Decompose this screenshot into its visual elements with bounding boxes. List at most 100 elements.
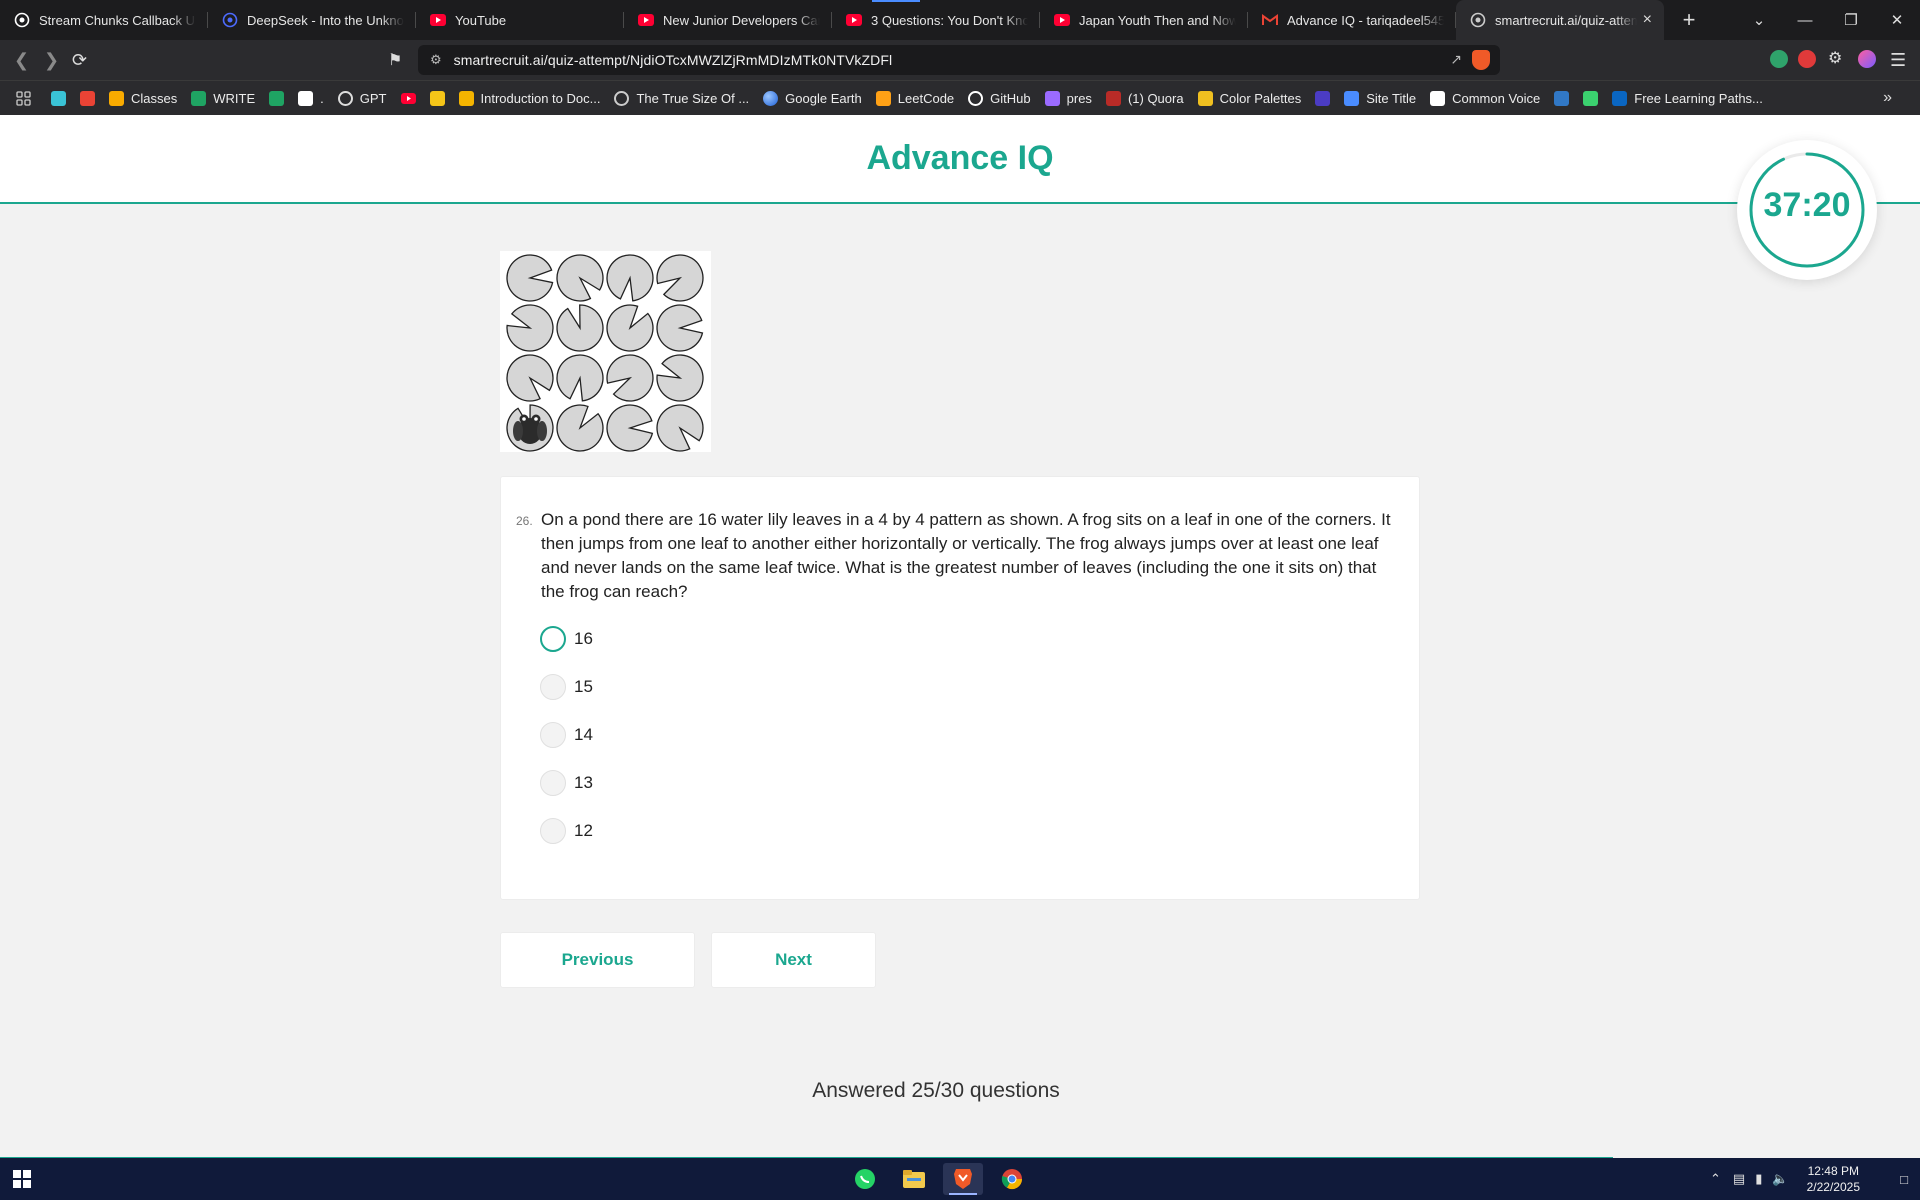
url-text[interactable]: smartrecruit.ai/quiz-attempt/NjdiOTcxMWZ… — [454, 52, 893, 68]
volume-muted-icon[interactable]: 🔈 — [1772, 1171, 1788, 1187]
bookmarks-overflow-icon[interactable]: » — [1883, 89, 1892, 107]
window-controls: ⌄ — ❐ ✕ — [1736, 0, 1920, 40]
bookmark-item[interactable]: Introduction to Doc... — [458, 90, 600, 106]
lily-pad — [606, 354, 654, 402]
bookmark-item[interactable]: Color Palettes — [1197, 90, 1301, 106]
github-icon — [14, 12, 30, 28]
bookmark-item[interactable]: GitHub — [968, 90, 1031, 106]
question-card: 26. On a pond there are 16 water lily le… — [500, 476, 1420, 900]
bookmark-page-icon[interactable]: ⚑ — [388, 50, 402, 70]
option-label: 15 — [574, 677, 593, 696]
grammarly-icon[interactable] — [1770, 50, 1788, 68]
bookmark-item[interactable]: . — [298, 90, 324, 106]
close-window-button[interactable]: ✕ — [1874, 11, 1920, 29]
extensions-puzzle-icon[interactable]: ⚙ — [1828, 48, 1846, 67]
lily-pad — [506, 354, 554, 402]
answer-option[interactable]: 15 — [540, 672, 593, 702]
browser-tab[interactable]: New Junior Developers Can't Actually Cod… — [624, 0, 832, 40]
share-icon[interactable]: ↗ — [1450, 51, 1462, 68]
bookmark-item[interactable]: LeetCode — [875, 90, 954, 106]
bookmark-item[interactable]: Google Earth — [763, 90, 862, 106]
browser-tab[interactable]: 3 Questions: You Don't Know JS — [832, 0, 1040, 40]
radio-button[interactable] — [540, 674, 566, 700]
forward-button[interactable]: ❯ — [44, 50, 59, 71]
bookmark-item[interactable] — [269, 90, 285, 106]
browser-tab[interactable]: Japan Youth Then and Now#japan — [1040, 0, 1248, 40]
brave-icon[interactable] — [943, 1163, 983, 1195]
radio-button[interactable] — [540, 722, 566, 748]
answer-option[interactable]: 12 — [540, 816, 593, 846]
tab-search-icon[interactable]: ⌄ — [1736, 11, 1782, 29]
file-explorer-icon[interactable] — [894, 1163, 934, 1195]
bookmark-item[interactable]: The True Size Of ... — [614, 90, 749, 106]
browser-tab[interactable]: smartrecruit.ai/quiz-attempt × — [1456, 0, 1664, 40]
battery-icon[interactable]: ▮ — [1755, 1171, 1762, 1187]
option-label: 12 — [574, 821, 593, 840]
bookmark-item[interactable]: GPT — [337, 90, 387, 106]
menu-icon[interactable]: ☰ — [1890, 50, 1906, 71]
brave-shields-icon[interactable] — [1472, 50, 1490, 70]
page-title: Advance IQ — [866, 139, 1054, 177]
bookmark-item[interactable] — [429, 90, 445, 106]
tray-overflow-icon[interactable]: ⌃ — [1710, 1171, 1721, 1187]
bookmark-item[interactable]: pres — [1044, 90, 1092, 106]
bookmark-item[interactable]: (1) Quora — [1105, 90, 1184, 106]
bookmark-item[interactable] — [400, 91, 416, 106]
previous-button[interactable]: Previous — [500, 932, 695, 988]
site-settings-icon[interactable]: ⚙ — [430, 52, 442, 68]
url-box[interactable]: ⚙ smartrecruit.ai/quiz-attempt/NjdiOTcxM… — [418, 45, 1500, 75]
radio-button[interactable] — [540, 818, 566, 844]
browser-tab[interactable]: Stream Chunks Callback Update — [0, 0, 208, 40]
drive-icon — [191, 90, 207, 106]
browser-tab[interactable]: DeepSeek - Into the Unknown — [208, 0, 416, 40]
bookmark-item[interactable] — [80, 90, 95, 106]
radio-button[interactable] — [540, 770, 566, 796]
notifications-icon[interactable]: □ — [1900, 1158, 1908, 1200]
whatsapp-icon[interactable] — [845, 1163, 885, 1195]
restore-button[interactable]: ❐ — [1828, 11, 1874, 29]
lily-pad — [506, 254, 554, 302]
next-button[interactable]: Next — [711, 932, 876, 988]
bookmark-label: Site Title — [1366, 90, 1417, 106]
lily-pad — [656, 404, 704, 452]
bookmark-item[interactable] — [1554, 90, 1570, 106]
answer-option[interactable]: 16 — [540, 624, 593, 654]
windows-start-icon[interactable] — [2, 1163, 42, 1195]
lily-pad — [656, 254, 704, 302]
bookmark-list: Classes WRITE. GPT Introduction to Doc... Th… — [16, 90, 1777, 106]
bookmark-item[interactable]: Free Learning Paths... — [1612, 90, 1763, 106]
chrome-icon[interactable] — [992, 1163, 1032, 1195]
network-icon[interactable]: ▤ — [1733, 1171, 1745, 1187]
back-button[interactable]: ❮ — [14, 50, 29, 71]
bookmark-label: WRITE — [213, 90, 256, 106]
radio-button[interactable] — [540, 626, 566, 652]
gmail-icon — [1262, 12, 1278, 28]
bookmark-item[interactable] — [1315, 90, 1331, 106]
browser-tab[interactable]: Advance IQ - tariqadeel545@gmail.com — [1248, 0, 1456, 40]
taskbar-clock[interactable]: 12:48 PM 2/22/2025 — [1807, 1163, 1860, 1195]
answer-option[interactable]: 14 — [540, 720, 593, 750]
close-tab-icon[interactable]: × — [1643, 11, 1652, 29]
new-tab-button[interactable]: + — [1676, 7, 1702, 33]
tab-title: YouTube — [455, 12, 507, 28]
bookmark-item[interactable] — [51, 90, 66, 106]
emoji-icon — [429, 90, 445, 106]
youtube-icon — [400, 91, 416, 106]
answer-option[interactable]: 13 — [540, 768, 593, 798]
bookmark-item[interactable]: Classes — [109, 90, 177, 106]
bookmark-item[interactable] — [1583, 90, 1599, 106]
profile-avatar-icon[interactable] — [1858, 50, 1876, 68]
bookmark-item[interactable]: Common Voice — [1430, 90, 1540, 106]
bookmark-item[interactable]: Site Title — [1344, 90, 1417, 106]
reload-button[interactable]: ⟳ — [72, 50, 87, 71]
bookmark-item[interactable] — [16, 90, 31, 106]
lily-pad — [556, 254, 604, 302]
lily-pad — [606, 304, 654, 352]
clock-date: 2/22/2025 — [1806, 1180, 1860, 1194]
fn-icon — [269, 90, 285, 106]
minimize-button[interactable]: — — [1782, 12, 1828, 29]
lily-pad — [606, 404, 654, 452]
extension-pokeball-icon[interactable] — [1798, 50, 1816, 68]
browser-tab[interactable]: YouTube — [416, 0, 624, 40]
bookmark-item[interactable]: WRITE — [191, 90, 256, 106]
